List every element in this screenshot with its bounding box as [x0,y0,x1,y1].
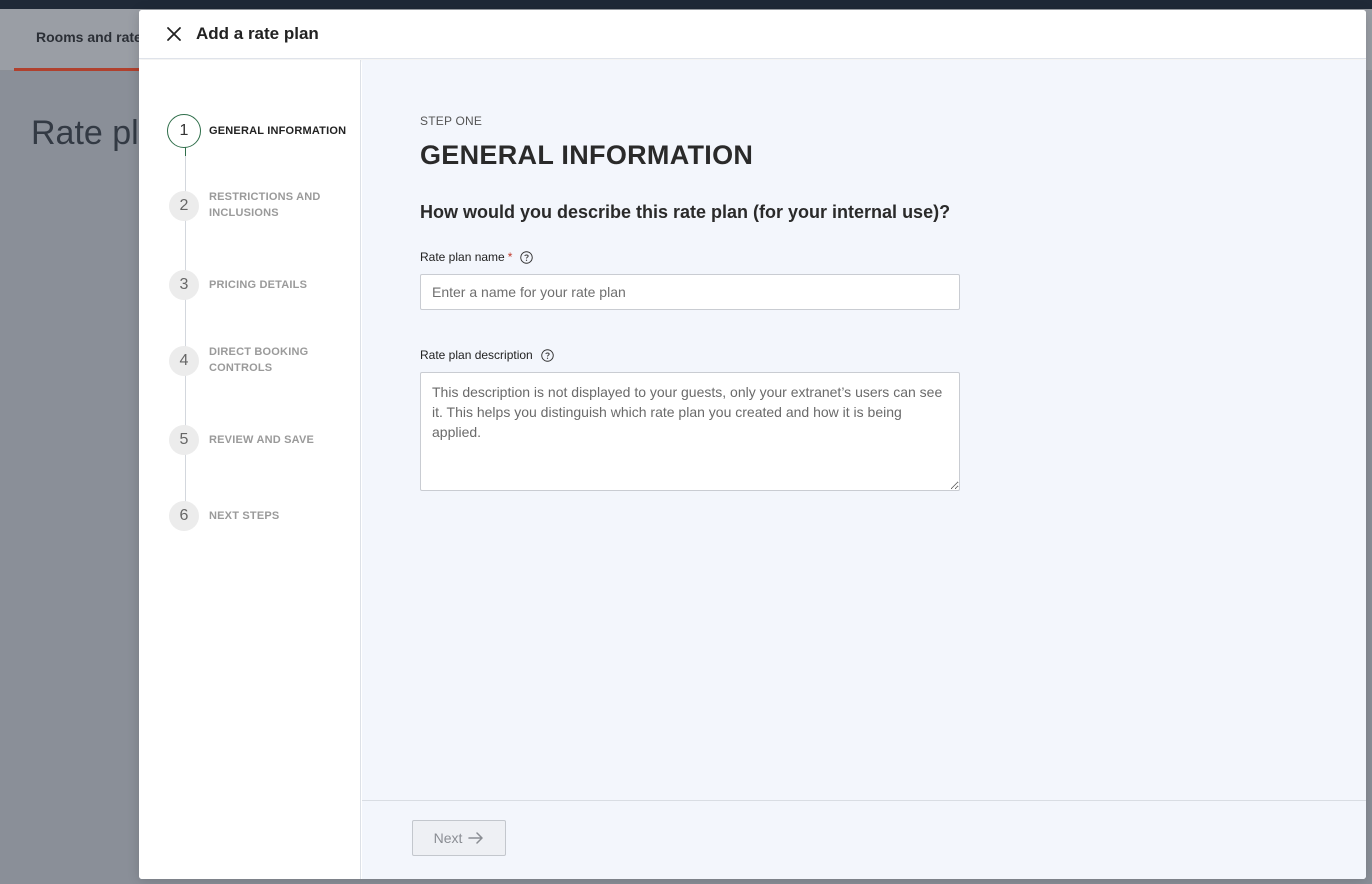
step-general-information[interactable]: 1 GENERAL INFORMATION [167,114,349,148]
app-top-bar [0,0,1372,9]
close-icon [167,27,181,41]
step-number: 4 [169,346,199,376]
step-review-and-save[interactable]: 5 REVIEW AND SAVE [169,425,339,455]
rate-plan-description-label: Rate plan description [420,348,554,362]
field-label-text: Rate plan name [420,250,505,264]
step-kicker: STEP ONE [420,114,483,128]
tab-rooms-and-rates[interactable]: Rooms and rates [14,9,154,71]
arrow-right-icon [468,832,484,844]
step-content: STEP ONE GENERAL INFORMATION How would y… [362,60,1366,800]
section-question: How would you describe this rate plan (f… [420,202,951,222]
add-rate-plan-dialog: Add a rate plan 1 GENERAL INFORMATION 2 … [139,10,1366,879]
step-label: RESTRICTIONS AND INCLUSIONS [209,191,321,219]
step-number: 5 [169,425,199,455]
step-number: 6 [169,501,199,531]
help-circle-icon[interactable] [541,348,554,362]
next-button[interactable]: Next [412,820,506,856]
dialog-header: Add a rate plan [139,10,1366,59]
field-label-text: Rate plan description [420,348,533,362]
step-label: DIRECT BOOKING CONTROLS [209,346,309,374]
next-button-label: Next [433,830,463,846]
close-button[interactable] [163,23,185,45]
stepper-sidebar: 1 GENERAL INFORMATION 2 RESTRICTIONS AND… [139,60,361,879]
step-restrictions-and-inclusions[interactable]: 2 RESTRICTIONS AND INCLUSIONS [169,191,324,221]
dialog-footer: Next [362,800,1366,879]
step-next-steps[interactable]: 6 NEXT STEPS [169,501,339,531]
step-pricing-details[interactable]: 3 PRICING DETAILS [169,270,339,300]
step-label: NEXT STEPS [209,510,280,522]
help-circle-icon[interactable] [520,250,534,264]
step-number: 1 [167,114,201,148]
step-heading: GENERAL INFORMATION [420,140,754,170]
step-label: PRICING DETAILS [209,279,308,291]
rate-plan-name-label: Rate plan name * [420,250,534,264]
required-marker: * [507,250,513,264]
step-number: 2 [169,191,199,221]
step-number: 3 [169,270,199,300]
step-direct-booking-controls[interactable]: 4 DIRECT BOOKING CONTROLS [169,346,309,376]
rate-plan-name-input[interactable] [420,274,960,310]
step-label: REVIEW AND SAVE [209,434,315,446]
rate-plan-description-textarea[interactable] [420,372,960,491]
dialog-title: Add a rate plan [196,24,319,43]
step-label: GENERAL INFORMATION [209,125,347,137]
